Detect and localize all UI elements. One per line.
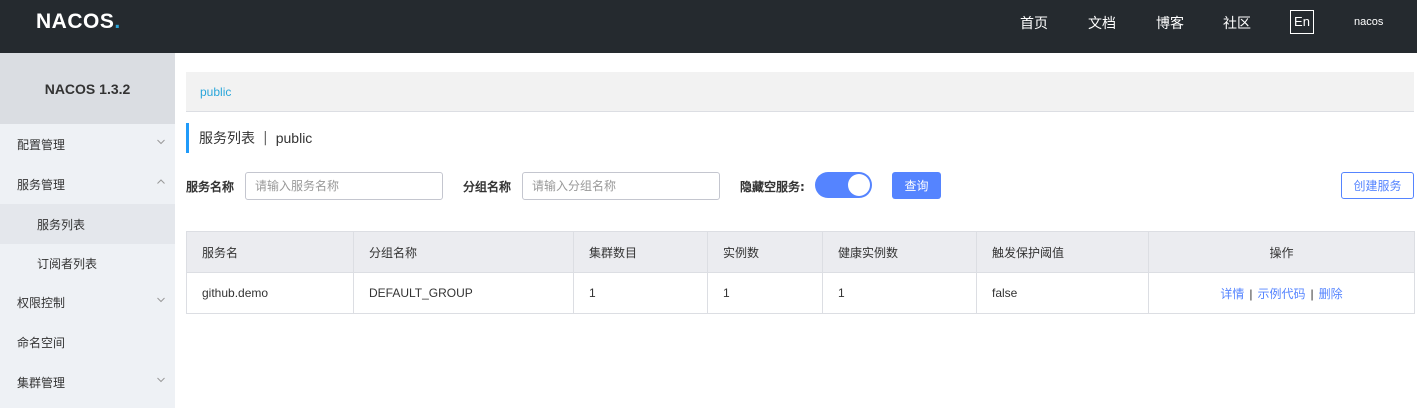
column-header: 触发保护阈值 — [976, 231, 1149, 273]
sidebar-item-subscriber-list[interactable]: 订阅者列表 — [0, 243, 175, 283]
chevron-down-icon — [157, 139, 165, 145]
breadcrumb: public — [186, 72, 1414, 112]
column-header: 实例数 — [707, 231, 823, 273]
sidebar-item-label: 服务管理 — [17, 177, 66, 192]
sidebar: NACOS 1.3.2 配置管理 服务管理 服务列表 订阅者列表 权限控制 命名… — [0, 53, 175, 408]
chevron-down-icon — [157, 377, 165, 383]
cell-cluster-count: 1 — [573, 272, 708, 314]
toggle-knob — [848, 174, 870, 196]
nav-community[interactable]: 社区 — [1223, 13, 1251, 33]
delete-link[interactable]: 删除 — [1319, 287, 1343, 301]
service-name-label: 服务名称 — [186, 180, 235, 194]
service-table: 服务名 分组名称 集群数目 实例数 健康实例数 触发保护阈值 操作 github… — [186, 231, 1415, 314]
title-separator: | — [263, 130, 268, 146]
hide-empty-label: 隐藏空服务: — [740, 180, 805, 194]
nav-blog[interactable]: 博客 — [1156, 13, 1184, 33]
sidebar-item-label: 服务列表 — [37, 217, 86, 232]
hide-empty-toggle[interactable] — [815, 172, 872, 198]
query-button[interactable]: 查询 — [892, 172, 941, 199]
sidebar-item-namespace[interactable]: 命名空间 — [0, 322, 175, 362]
group-name-label: 分组名称 — [463, 180, 512, 194]
nacos-logo[interactable]: NACOS. — [36, 10, 121, 34]
page-title-text: 服务列表 — [199, 131, 255, 147]
page-title-namespace: public — [275, 130, 313, 146]
chevron-up-icon — [157, 179, 165, 184]
cell-instance-count: 1 — [707, 272, 823, 314]
column-header: 集群数目 — [573, 231, 708, 273]
group-name-input[interactable] — [522, 172, 720, 200]
nav-docs[interactable]: 文档 — [1088, 13, 1116, 33]
sidebar-item-service-management[interactable]: 服务管理 — [0, 164, 175, 204]
divider: | — [1310, 286, 1314, 301]
service-name-input[interactable] — [245, 172, 443, 200]
sidebar-item-label: 配置管理 — [17, 137, 66, 152]
sidebar-item-cluster-management[interactable]: 集群管理 — [0, 362, 175, 402]
sidebar-item-label: 订阅者列表 — [37, 256, 98, 271]
chevron-down-icon — [157, 297, 165, 303]
sample-code-link[interactable]: 示例代码 — [1257, 287, 1305, 301]
column-header: 操作 — [1148, 231, 1415, 273]
sidebar-item-label: 集群管理 — [17, 375, 66, 390]
table-row: github.demo DEFAULT_GROUP 1 1 1 false 详情… — [186, 272, 1415, 314]
divider: | — [1249, 286, 1253, 301]
page-title: 服务列表 | public — [186, 123, 312, 153]
top-navbar: NACOS. 首页 文档 博客 社区 En nacos — [0, 0, 1417, 53]
table-header-row: 服务名 分组名称 集群数目 实例数 健康实例数 触发保护阈值 操作 — [186, 231, 1415, 273]
sidebar-item-label: 命名空间 — [17, 335, 66, 350]
create-service-button[interactable]: 创建服务 — [1341, 172, 1414, 199]
breadcrumb-namespace[interactable]: public — [200, 85, 231, 99]
cell-healthy-count: 1 — [822, 272, 977, 314]
cell-protect-threshold: false — [976, 272, 1149, 314]
user-name[interactable]: nacos — [1354, 16, 1383, 28]
cell-group-name: DEFAULT_GROUP — [353, 272, 574, 314]
sidebar-title: NACOS 1.3.2 — [0, 53, 175, 124]
column-header: 服务名 — [186, 231, 354, 273]
column-header: 分组名称 — [353, 231, 574, 273]
cell-service-name: github.demo — [186, 272, 354, 314]
sidebar-item-service-list[interactable]: 服务列表 — [0, 204, 175, 244]
sidebar-item-access-control[interactable]: 权限控制 — [0, 282, 175, 322]
detail-link[interactable]: 详情 — [1220, 287, 1244, 301]
sidebar-item-config-management[interactable]: 配置管理 — [0, 124, 175, 164]
language-switch-button[interactable]: En — [1290, 10, 1314, 34]
cell-actions: 详情 | 示例代码 | 删除 — [1148, 272, 1415, 314]
sidebar-item-label: 权限控制 — [17, 295, 66, 310]
column-header: 健康实例数 — [822, 231, 977, 273]
nav-home[interactable]: 首页 — [1020, 13, 1048, 33]
